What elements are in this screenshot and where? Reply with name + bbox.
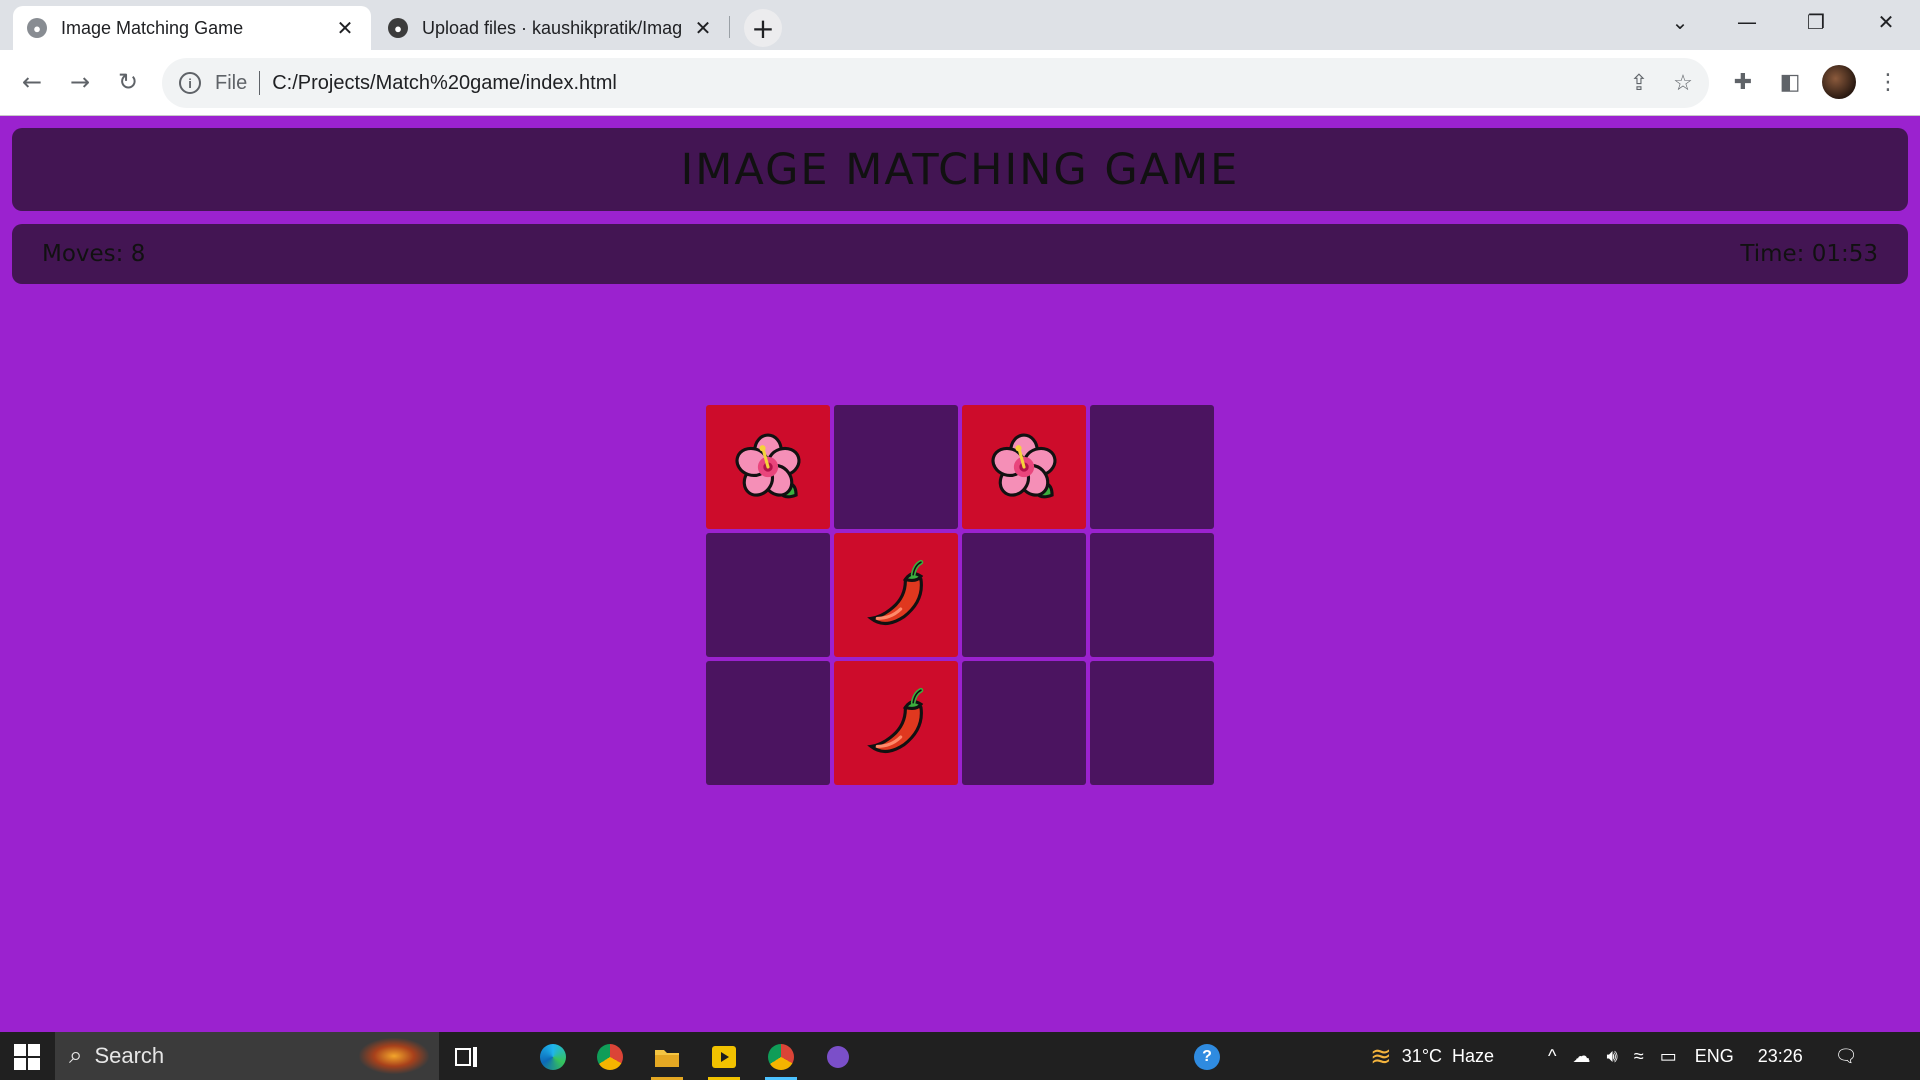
address-bar[interactable]: i File C:/Projects/Match%20game/index.ht… (162, 58, 1709, 108)
language-indicator[interactable]: ENG (1695, 1046, 1734, 1067)
menu-kebab-icon[interactable]: ⋮ (1870, 64, 1906, 100)
weather-text: 31°C Haze (1401, 1045, 1495, 1066)
card-hidden[interactable] (962, 661, 1086, 785)
card-revealed[interactable] (834, 533, 958, 657)
wifi-icon[interactable]: ≈ (1634, 1046, 1644, 1067)
card-revealed[interactable] (706, 405, 830, 529)
side-panel-icon[interactable]: ◧ (1772, 64, 1808, 100)
window-close-icon[interactable]: ✕ (1866, 4, 1906, 40)
close-icon[interactable]: ✕ (333, 16, 357, 40)
tab-upload-files[interactable]: ● Upload files · kaushikpratik/Imag ✕ (374, 6, 729, 50)
file-explorer-icon[interactable] (645, 1038, 689, 1080)
chrome-active-icon[interactable] (759, 1038, 803, 1080)
system-tray: ^ ☁ 🔊︎ ≈ ▭ ENG 23:26 🗨︎ (1548, 1032, 1858, 1080)
clock[interactable]: 23:26 (1758, 1046, 1803, 1067)
weather-widget[interactable]: ≋ 31°C Haze (1370, 1032, 1494, 1080)
search-highlight-image (359, 1038, 429, 1074)
hot-pepper-icon (857, 684, 935, 762)
card-hidden[interactable] (706, 661, 830, 785)
taskbar-search-box[interactable]: ⌕ Search (55, 1032, 439, 1080)
card-hidden[interactable] (962, 533, 1086, 657)
back-arrow-icon[interactable]: ← (14, 64, 50, 100)
page-title: IMAGE MATCHING GAME (680, 144, 1240, 195)
github-icon: ● (388, 18, 408, 38)
github-desktop-icon[interactable] (816, 1038, 860, 1076)
hibiscus-icon (729, 428, 807, 506)
game-page: IMAGE MATCHING GAME Moves: 8 Time: 01:53 (0, 117, 1920, 1032)
browser-tab-strip: ● Image Matching Game ✕ ● Upload files ·… (0, 0, 1920, 50)
address-url[interactable]: C:/Projects/Match%20game/index.html (272, 72, 1621, 95)
restore-icon[interactable]: ❐ (1796, 4, 1836, 40)
profile-avatar[interactable] (1822, 65, 1856, 99)
share-icon[interactable]: ⇪ (1621, 65, 1657, 101)
stats-bar: Moves: 8 Time: 01:53 (12, 224, 1908, 284)
close-icon[interactable]: ✕ (691, 16, 715, 40)
task-view-icon[interactable] (445, 1038, 489, 1076)
taskbar: ⌕ Search ? ≋ 31°C Haze ^ ☁ 🔊︎ ≈ ▭ ENG 23… (0, 1032, 1920, 1080)
reload-icon[interactable]: ↻ (110, 64, 146, 100)
volume-icon[interactable]: 🔊︎ (1606, 1046, 1617, 1067)
notifications-icon[interactable]: 🗨︎ (1835, 1046, 1858, 1067)
browser-toolbar: ← → ↻ i File C:/Projects/Match%20game/in… (0, 50, 1920, 116)
edge-icon[interactable] (531, 1038, 575, 1076)
bookmark-star-icon[interactable]: ☆ (1665, 65, 1701, 101)
minimize-icon[interactable]: — (1727, 4, 1767, 40)
info-icon[interactable]: i (179, 72, 201, 94)
chrome-icon[interactable] (588, 1038, 632, 1076)
forward-arrow-icon[interactable]: → (62, 64, 98, 100)
battery-icon[interactable]: ▭ (1660, 1046, 1677, 1067)
weather-haze-icon: ≋ (1370, 1040, 1392, 1071)
card-revealed[interactable] (962, 405, 1086, 529)
onedrive-cloud-icon[interactable]: ☁ (1572, 1046, 1590, 1067)
search-placeholder: Search (94, 1043, 165, 1068)
media-player-icon[interactable] (702, 1038, 746, 1080)
address-scheme: File (215, 71, 248, 94)
search-icon: ⌕ (69, 1042, 83, 1069)
card-hidden[interactable] (834, 405, 958, 529)
hibiscus-icon (985, 428, 1063, 506)
extensions-puzzle-icon[interactable]: ✚ (1725, 64, 1761, 100)
card-hidden[interactable] (1090, 405, 1214, 529)
help-icon[interactable]: ? (1185, 1038, 1229, 1076)
windows-start-icon[interactable] (8, 1042, 46, 1072)
card-hidden[interactable] (1090, 533, 1214, 657)
address-divider (259, 71, 261, 95)
card-grid (706, 405, 1214, 786)
moves-counter: Moves: 8 (42, 241, 146, 267)
tab-search-chevron-icon[interactable]: ⌄ (1660, 4, 1700, 40)
chevron-up-icon[interactable]: ^ (1548, 1046, 1556, 1067)
timer: Time: 01:53 (1740, 241, 1878, 267)
tab-label: Image Matching Game (61, 17, 244, 38)
tab-label: Upload files · kaushikpratik/Imag (422, 17, 683, 38)
card-hidden[interactable] (706, 533, 830, 657)
new-tab-button[interactable]: + (744, 9, 782, 47)
card-revealed[interactable] (834, 661, 958, 785)
game-header: IMAGE MATCHING GAME (12, 128, 1908, 211)
globe-icon: ● (27, 18, 47, 38)
tab-divider (729, 16, 730, 38)
card-hidden[interactable] (1090, 661, 1214, 785)
tab-image-matching-game[interactable]: ● Image Matching Game ✕ (13, 6, 371, 50)
hot-pepper-icon (857, 556, 935, 634)
